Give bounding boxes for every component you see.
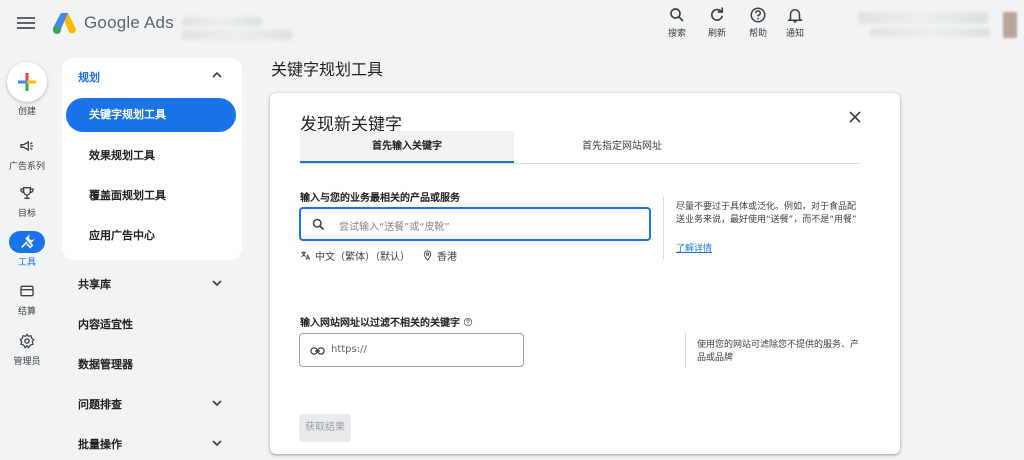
- keyword-search-input[interactable]: 尝试输入“送餐”或“皮靴”: [299, 207, 651, 241]
- nav-item-troubleshooting[interactable]: 问题排查: [78, 396, 122, 412]
- top-bar: Google Ads 搜索 刷新 帮助 通知: [0, 0, 1024, 50]
- location-selector[interactable]: 香港: [422, 248, 457, 263]
- account-email-redacted: [870, 28, 990, 37]
- nav-item-bulk-actions[interactable]: 批量操作: [78, 436, 122, 452]
- search-button[interactable]: 搜索: [659, 6, 695, 39]
- search-placeholder: 尝试输入“送餐”或“皮靴”: [339, 222, 450, 233]
- url-hint-divider: [685, 333, 686, 367]
- trophy-icon: [20, 187, 34, 199]
- close-icon[interactable]: [848, 110, 862, 124]
- google-ads-logo-icon: [52, 13, 77, 34]
- account-info-redacted: [182, 17, 262, 26]
- url-hint-text: 使用您的网站可滤除您不提供的服务、产品或品牌: [697, 340, 860, 363]
- avatar[interactable]: [1003, 12, 1017, 38]
- tabs-divider: [300, 163, 860, 164]
- tip-divider: [663, 197, 664, 259]
- nav-item-shared-library[interactable]: 共享库: [78, 276, 111, 292]
- refresh-icon: [711, 7, 724, 21]
- gear-icon: [19, 333, 35, 349]
- get-results-button[interactable]: 获取结果: [299, 414, 351, 442]
- refresh-button[interactable]: 刷新: [699, 6, 735, 39]
- account-id-redacted: [182, 30, 292, 40]
- account-menu-redacted[interactable]: [858, 12, 988, 24]
- left-rail: 创建 广告系列 目标 工具 结算 管理员: [0, 50, 54, 460]
- targeting-row: 中文（繁体）（默认） 香港: [300, 248, 457, 263]
- discover-keywords-card: 发现新关键字 首先输入关键字 首先指定网站网址 输入与您的业务最相关的产品或服务…: [270, 93, 900, 454]
- nav-item-content-suitability[interactable]: 内容适宜性: [78, 316, 133, 332]
- url-placeholder: https://: [331, 344, 367, 355]
- language-selector[interactable]: 中文（繁体）（默认）: [300, 248, 410, 263]
- website-url-input[interactable]: https://: [299, 333, 524, 367]
- chevron-down-icon[interactable]: [210, 436, 224, 450]
- credit-card-icon: [20, 285, 34, 297]
- tools-icon: [21, 234, 35, 249]
- page-title: 关键字规划工具: [271, 60, 384, 79]
- chevron-up-icon[interactable]: [210, 68, 224, 82]
- plus-icon: [18, 73, 36, 91]
- rail-item-admin[interactable]: 管理员: [0, 330, 54, 367]
- nav-item-keyword-planner[interactable]: 关键字规划工具: [66, 98, 236, 132]
- tab-start-with-website[interactable]: 首先指定网站网址: [514, 131, 730, 163]
- nav-item-app-center[interactable]: 应用广告中心: [66, 219, 236, 253]
- search-icon: [670, 8, 684, 22]
- help-button[interactable]: 帮助: [740, 6, 776, 39]
- help-icon[interactable]: [463, 317, 473, 327]
- chevron-down-icon[interactable]: [210, 396, 224, 410]
- language-value: 中文（繁体）（默认）: [315, 252, 410, 263]
- link-icon: [310, 347, 325, 355]
- help-icon: [750, 7, 766, 23]
- chevron-down-icon[interactable]: [210, 276, 224, 290]
- rail-item-campaigns[interactable]: 广告系列: [0, 135, 54, 172]
- planning-nav-card: 规划 关键字规划工具 效果规划工具 覆盖面规划工具 应用广告中心: [62, 58, 242, 260]
- location-value: 香港: [437, 252, 457, 263]
- nav-item-data-manager[interactable]: 数据管理器: [78, 356, 133, 372]
- products-label: 输入与您的业务最相关的产品或服务: [300, 193, 460, 204]
- nav-item-reach-planner[interactable]: 覆盖面规划工具: [66, 179, 236, 213]
- megaphone-icon: [20, 140, 33, 152]
- translate-icon: [301, 251, 311, 260]
- search-icon: [312, 218, 325, 231]
- create-button[interactable]: [7, 62, 47, 102]
- url-label: 输入网站网址以过滤不相关的关键字: [300, 318, 460, 329]
- menu-icon[interactable]: [16, 14, 36, 34]
- bell-icon: [787, 9, 803, 23]
- tab-start-with-keywords[interactable]: 首先输入关键字: [300, 131, 514, 163]
- location-pin-icon: [423, 250, 432, 261]
- rail-item-goals[interactable]: 目标: [0, 182, 54, 219]
- learn-more-link[interactable]: 了解详情: [676, 241, 712, 254]
- nav-section-planning[interactable]: 规划: [78, 69, 100, 85]
- nav-item-performance-planner[interactable]: 效果规划工具: [66, 139, 236, 173]
- notifications-button[interactable]: 通知: [777, 6, 813, 39]
- keyword-tip-text: 尽量不要过于具体或泛化。例如，对于食品配送业务来说，最好使用“送餐”，而不是“用…: [676, 202, 857, 225]
- url-label-row: 输入网站网址以过滤不相关的关键字: [300, 314, 473, 329]
- brand-name: Google Ads: [84, 13, 174, 32]
- rail-item-tools[interactable]: 工具: [0, 231, 54, 268]
- rail-create-label: 创建: [17, 107, 36, 117]
- rail-item-billing[interactable]: 结算: [0, 280, 54, 317]
